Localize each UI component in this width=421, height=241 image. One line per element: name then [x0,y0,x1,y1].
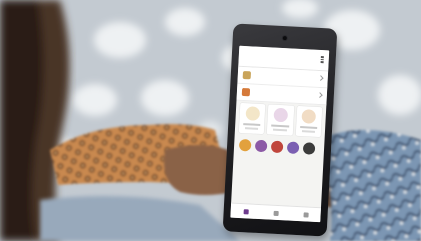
chevron-right-icon [317,92,323,98]
phone-screen [230,45,330,223]
front-camera-icon [282,36,287,41]
category-icon [302,142,316,155]
person-icon [245,106,260,121]
book-icon [242,70,252,80]
blue-fabric [318,130,421,241]
smartphone [222,23,338,237]
person-icon [273,107,289,123]
profile-card [267,104,294,136]
bottom-nav [230,202,322,223]
card-row [235,101,327,142]
photo-scene [0,0,421,241]
nav-icon [273,210,279,216]
profile-card [238,102,266,135]
nav-icon [302,211,309,218]
chevron-right-icon [317,75,324,81]
category-icon [270,140,284,154]
circle-row [234,137,325,158]
category-icon [254,139,268,153]
category-icon [238,138,252,152]
coin-icon [241,87,251,97]
home-icon [243,208,249,214]
background-photo [0,0,421,241]
profile-card [295,105,323,138]
category-icon [286,141,300,155]
person-icon [301,109,317,124]
menu-icon [320,56,324,63]
